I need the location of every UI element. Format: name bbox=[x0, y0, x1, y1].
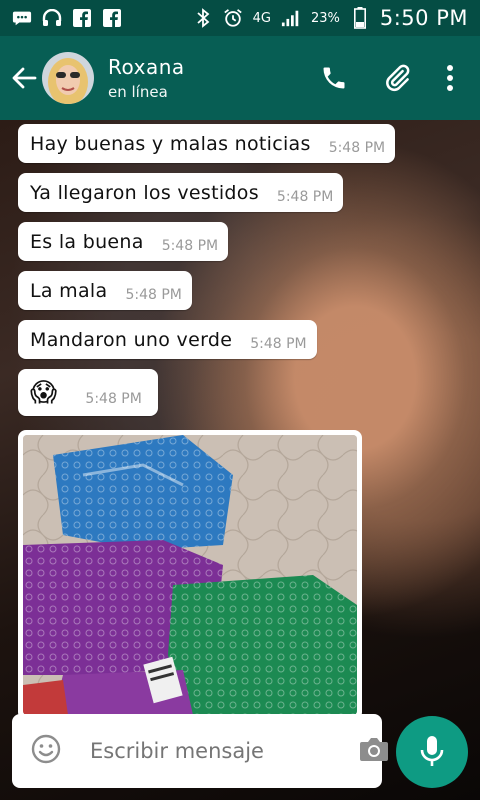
camera-icon bbox=[360, 738, 388, 761]
bluetooth-icon bbox=[193, 8, 213, 28]
microphone-icon bbox=[420, 736, 444, 766]
clock: 5:50 PM bbox=[379, 6, 468, 30]
system-status: 4G 23% 5:50 PM bbox=[193, 6, 468, 30]
message-bubble[interactable]: La mala 5:48 PM bbox=[18, 271, 192, 310]
chat-area[interactable]: Hay buenas y malas noticias 5:48 PM Ya l… bbox=[0, 120, 480, 800]
status-bar: 4G 23% 5:50 PM bbox=[0, 0, 480, 36]
message-bubble[interactable]: Ya llegaron los vestidos 5:48 PM bbox=[18, 173, 344, 212]
message-text: Ya llegaron los vestidos bbox=[30, 182, 259, 204]
paperclip-icon bbox=[386, 64, 410, 92]
contact-name: Roxana bbox=[108, 55, 185, 79]
avatar[interactable] bbox=[42, 52, 94, 104]
voice-record-button[interactable] bbox=[396, 716, 468, 788]
signal-icon bbox=[281, 9, 301, 27]
image-message[interactable] bbox=[18, 430, 362, 720]
message-text: Hay buenas y malas noticias bbox=[30, 133, 311, 155]
message-text: La mala bbox=[30, 280, 108, 302]
battery-icon bbox=[350, 7, 370, 29]
alarm-icon bbox=[223, 9, 243, 27]
photo bbox=[23, 435, 357, 715]
call-button[interactable] bbox=[320, 64, 348, 92]
header-actions bbox=[320, 63, 480, 93]
chat-header: Roxana en línea bbox=[0, 36, 480, 120]
message-bubble[interactable]: Hay buenas y malas noticias 5:48 PM bbox=[18, 124, 396, 163]
emoji-button[interactable] bbox=[30, 733, 62, 769]
message-text: Mandaron uno verde bbox=[30, 329, 233, 351]
arrow-left-icon bbox=[12, 67, 37, 89]
message-composer bbox=[12, 714, 388, 788]
headphones-icon bbox=[42, 9, 62, 27]
message-bubble[interactable]: Es la buena 5:48 PM bbox=[18, 222, 229, 261]
battery-percent: 23% bbox=[310, 10, 340, 26]
message-bubble[interactable]: Mandaron uno verde 5:48 PM bbox=[18, 320, 317, 359]
message-time: 5:48 PM bbox=[328, 140, 386, 156]
facebook-icon bbox=[102, 9, 122, 27]
message-time: 5:48 PM bbox=[125, 287, 182, 303]
more-vertical-icon bbox=[447, 65, 453, 91]
message-time: 5:48 PM bbox=[161, 238, 219, 254]
chat-icon bbox=[12, 9, 32, 27]
message-time: 5:48 PM bbox=[250, 336, 307, 352]
emoji-message: 😱 bbox=[30, 378, 58, 408]
contact-status: en línea bbox=[108, 83, 168, 101]
phone-icon bbox=[323, 67, 345, 89]
contact-info[interactable]: Roxana en línea bbox=[108, 55, 185, 101]
message-time: 5:48 PM bbox=[276, 189, 334, 205]
camera-button[interactable] bbox=[358, 735, 390, 767]
back-button[interactable] bbox=[10, 64, 38, 92]
message-bubble[interactable]: 😱 5:48 PM bbox=[18, 369, 158, 416]
network-type: 4G bbox=[252, 10, 271, 26]
more-options-button[interactable] bbox=[446, 64, 454, 92]
notification-icons bbox=[12, 9, 122, 27]
smiley-icon bbox=[31, 734, 61, 764]
attach-button[interactable] bbox=[382, 63, 412, 93]
facebook-icon bbox=[72, 9, 92, 27]
message-time: 5:48 PM bbox=[85, 391, 142, 407]
message-input[interactable] bbox=[90, 739, 358, 763]
message-text: Es la buena bbox=[30, 231, 144, 253]
